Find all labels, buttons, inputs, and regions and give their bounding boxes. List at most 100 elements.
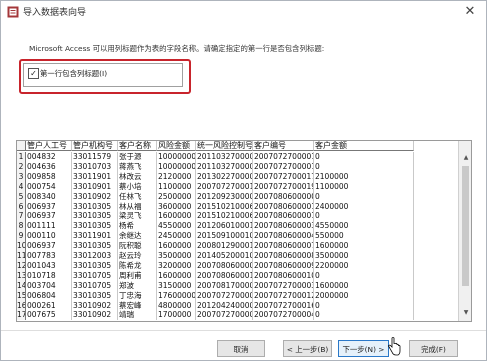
table-cell: 20070806000038 xyxy=(253,221,314,232)
import-wizard-window: 导入数据表向导 ✕ Microsoft Access 可以用列标题作为表的字段名… xyxy=(0,0,487,361)
table-row: 900011033011901余继达2450000201509100010502… xyxy=(17,231,458,242)
table-cell: 20070727000197 xyxy=(196,181,253,192)
table-cell: 20070806000109 xyxy=(253,270,314,281)
column-header[interactable]: 客户金额 xyxy=(314,141,414,151)
table-cell: 33010703 xyxy=(72,161,118,172)
table-cell: 2000000 xyxy=(314,290,414,301)
table-cell: 33010305 xyxy=(72,211,118,222)
column-header[interactable]: 管户机构号 xyxy=(72,141,118,151)
table-cell: 006804 xyxy=(26,290,72,301)
table-cell: 33011901 xyxy=(72,171,118,182)
column-header[interactable]: 客户名称 xyxy=(118,141,157,151)
column-header[interactable]: 管户人工号 xyxy=(26,141,72,151)
table-cell: 蔡小培 xyxy=(118,181,157,192)
table-cell: 009858 xyxy=(26,171,72,182)
row-number: 15 xyxy=(17,290,26,301)
table-cell: 2450000 xyxy=(157,231,196,242)
app-icon xyxy=(7,6,19,18)
scroll-down-icon[interactable]: ▼ xyxy=(461,308,471,318)
table-cell: 1600000 xyxy=(157,241,196,252)
table-cell: 张于源 xyxy=(118,152,157,162)
table-cell: 550000 xyxy=(314,231,414,242)
table-cell: 20070806000009 xyxy=(253,191,314,202)
table-cell: 17600000 xyxy=(158,290,196,301)
row-number: 6 xyxy=(17,201,26,212)
table-cell: 20070727000015 xyxy=(253,152,314,162)
table-cell: 丁忠海 xyxy=(118,290,157,301)
table-cell: 2100000 xyxy=(314,171,414,182)
table-cell: 20070727000046 xyxy=(253,310,314,321)
table-cell: 0 xyxy=(314,152,414,162)
table-cell: 杨希 xyxy=(118,221,157,232)
table-cell: 20140520001019 xyxy=(196,251,253,261)
table-cell: 33012003 xyxy=(72,251,118,261)
table-cell: 000261 xyxy=(26,300,72,311)
table-cell: 20070727000037 xyxy=(253,280,314,291)
table-row: 1200104333010305陈希龙320000020070806000090… xyxy=(17,260,458,271)
table-cell: 20070806000015 xyxy=(253,201,314,212)
table-cell: 赵云玲 xyxy=(118,251,157,261)
row-number: 2 xyxy=(17,161,26,172)
table-cell: 1100000 xyxy=(157,181,196,192)
grid-header-row: 管户人工号 管户机构号 客户名称 风险金额 统一风险控制号 客户编号 客户金额 xyxy=(17,141,458,151)
table-cell: 20151021000685 xyxy=(196,211,253,222)
table-cell: 007783 xyxy=(26,251,72,261)
table-cell: 林改云 xyxy=(118,171,157,182)
back-button[interactable]: < 上一步(B) xyxy=(283,340,332,357)
table-row: 600693733010305林从福3600000201510210006852… xyxy=(17,201,458,212)
table-cell: 0 xyxy=(314,270,414,281)
column-header[interactable]: 风险金额 xyxy=(157,141,196,151)
table-cell: 0 xyxy=(314,161,414,172)
first-row-headers-checkbox[interactable]: ✓ xyxy=(28,68,39,79)
table-cell: 20070817000079 xyxy=(196,280,253,291)
table-cell: 000754 xyxy=(26,181,72,192)
table-row: 1000693733010305阮积聪160000020080129000154… xyxy=(17,241,458,252)
table-cell: 20070806000018 xyxy=(253,211,314,222)
table-cell: 余继达 xyxy=(118,231,157,242)
table-cell: 3600000 xyxy=(157,201,196,212)
table-cell: 006937 xyxy=(26,241,72,252)
table-cell: 2200000 xyxy=(314,260,414,271)
table-row: 1100778333012003赵云玲350000020140520001019… xyxy=(17,251,458,261)
row-number: 10 xyxy=(17,241,26,252)
table-cell: 001043 xyxy=(26,260,72,271)
table-cell: 阮积聪 xyxy=(118,241,157,252)
row-number: 13 xyxy=(17,270,26,281)
table-cell: 008340 xyxy=(26,191,72,202)
table-cell: 4550000 xyxy=(157,221,196,232)
table-cell: 20150910001050 xyxy=(196,231,253,242)
close-button[interactable]: ✕ xyxy=(459,3,481,21)
scroll-up-icon[interactable]: ▲ xyxy=(461,153,471,163)
table-cell: 004636 xyxy=(26,161,72,172)
table-cell: 007675 xyxy=(26,310,72,321)
table-row: 1500680433010305丁忠海176000002007072700008… xyxy=(17,290,458,301)
cancel-button[interactable]: 取消 xyxy=(217,340,265,357)
row-number: 17 xyxy=(17,310,26,321)
data-preview-grid: 管户人工号 管户机构号 客户名称 风险金额 统一风险控制号 客户编号 客户金额 1 004832… xyxy=(16,140,472,322)
row-number: 4 xyxy=(17,181,26,192)
table-row: 300985833011901林改云2120000201302270000432… xyxy=(17,171,458,182)
table-cell: 1600000 xyxy=(157,270,196,281)
table-cell: 004832 xyxy=(26,152,72,162)
table-cell: 33010305 xyxy=(72,241,118,252)
table-cell: 周利甫 xyxy=(118,270,157,281)
finish-button[interactable]: 完成(F) xyxy=(409,340,458,357)
table-cell: 郑波 xyxy=(118,280,157,291)
vertical-scrollbar[interactable]: ▲ ▼ xyxy=(458,141,471,321)
table-cell: 3150000 xyxy=(157,280,196,291)
row-number: 14 xyxy=(17,280,26,291)
table-cell: 20070727000016 xyxy=(253,161,314,172)
table-cell: 20080129000154 xyxy=(196,241,253,252)
table-cell: 33010305 xyxy=(72,290,118,301)
table-cell: 20070806000084 xyxy=(253,251,314,261)
table-cell: 33010705 xyxy=(72,280,118,291)
table-cell: 蒋燕飞 xyxy=(118,161,157,172)
next-button[interactable]: 下一步(N) > xyxy=(338,340,389,357)
column-header[interactable]: 统一风险控制号 xyxy=(196,141,253,151)
table-cell: 006937 xyxy=(26,211,72,222)
first-row-headers-label[interactable]: 第一行包含列标题(I) xyxy=(40,68,107,79)
column-header[interactable]: 客户编号 xyxy=(253,141,314,151)
table-cell: 33010902 xyxy=(72,300,118,311)
scroll-thumb[interactable] xyxy=(462,166,469,286)
table-cell: 33011579 xyxy=(72,152,118,162)
